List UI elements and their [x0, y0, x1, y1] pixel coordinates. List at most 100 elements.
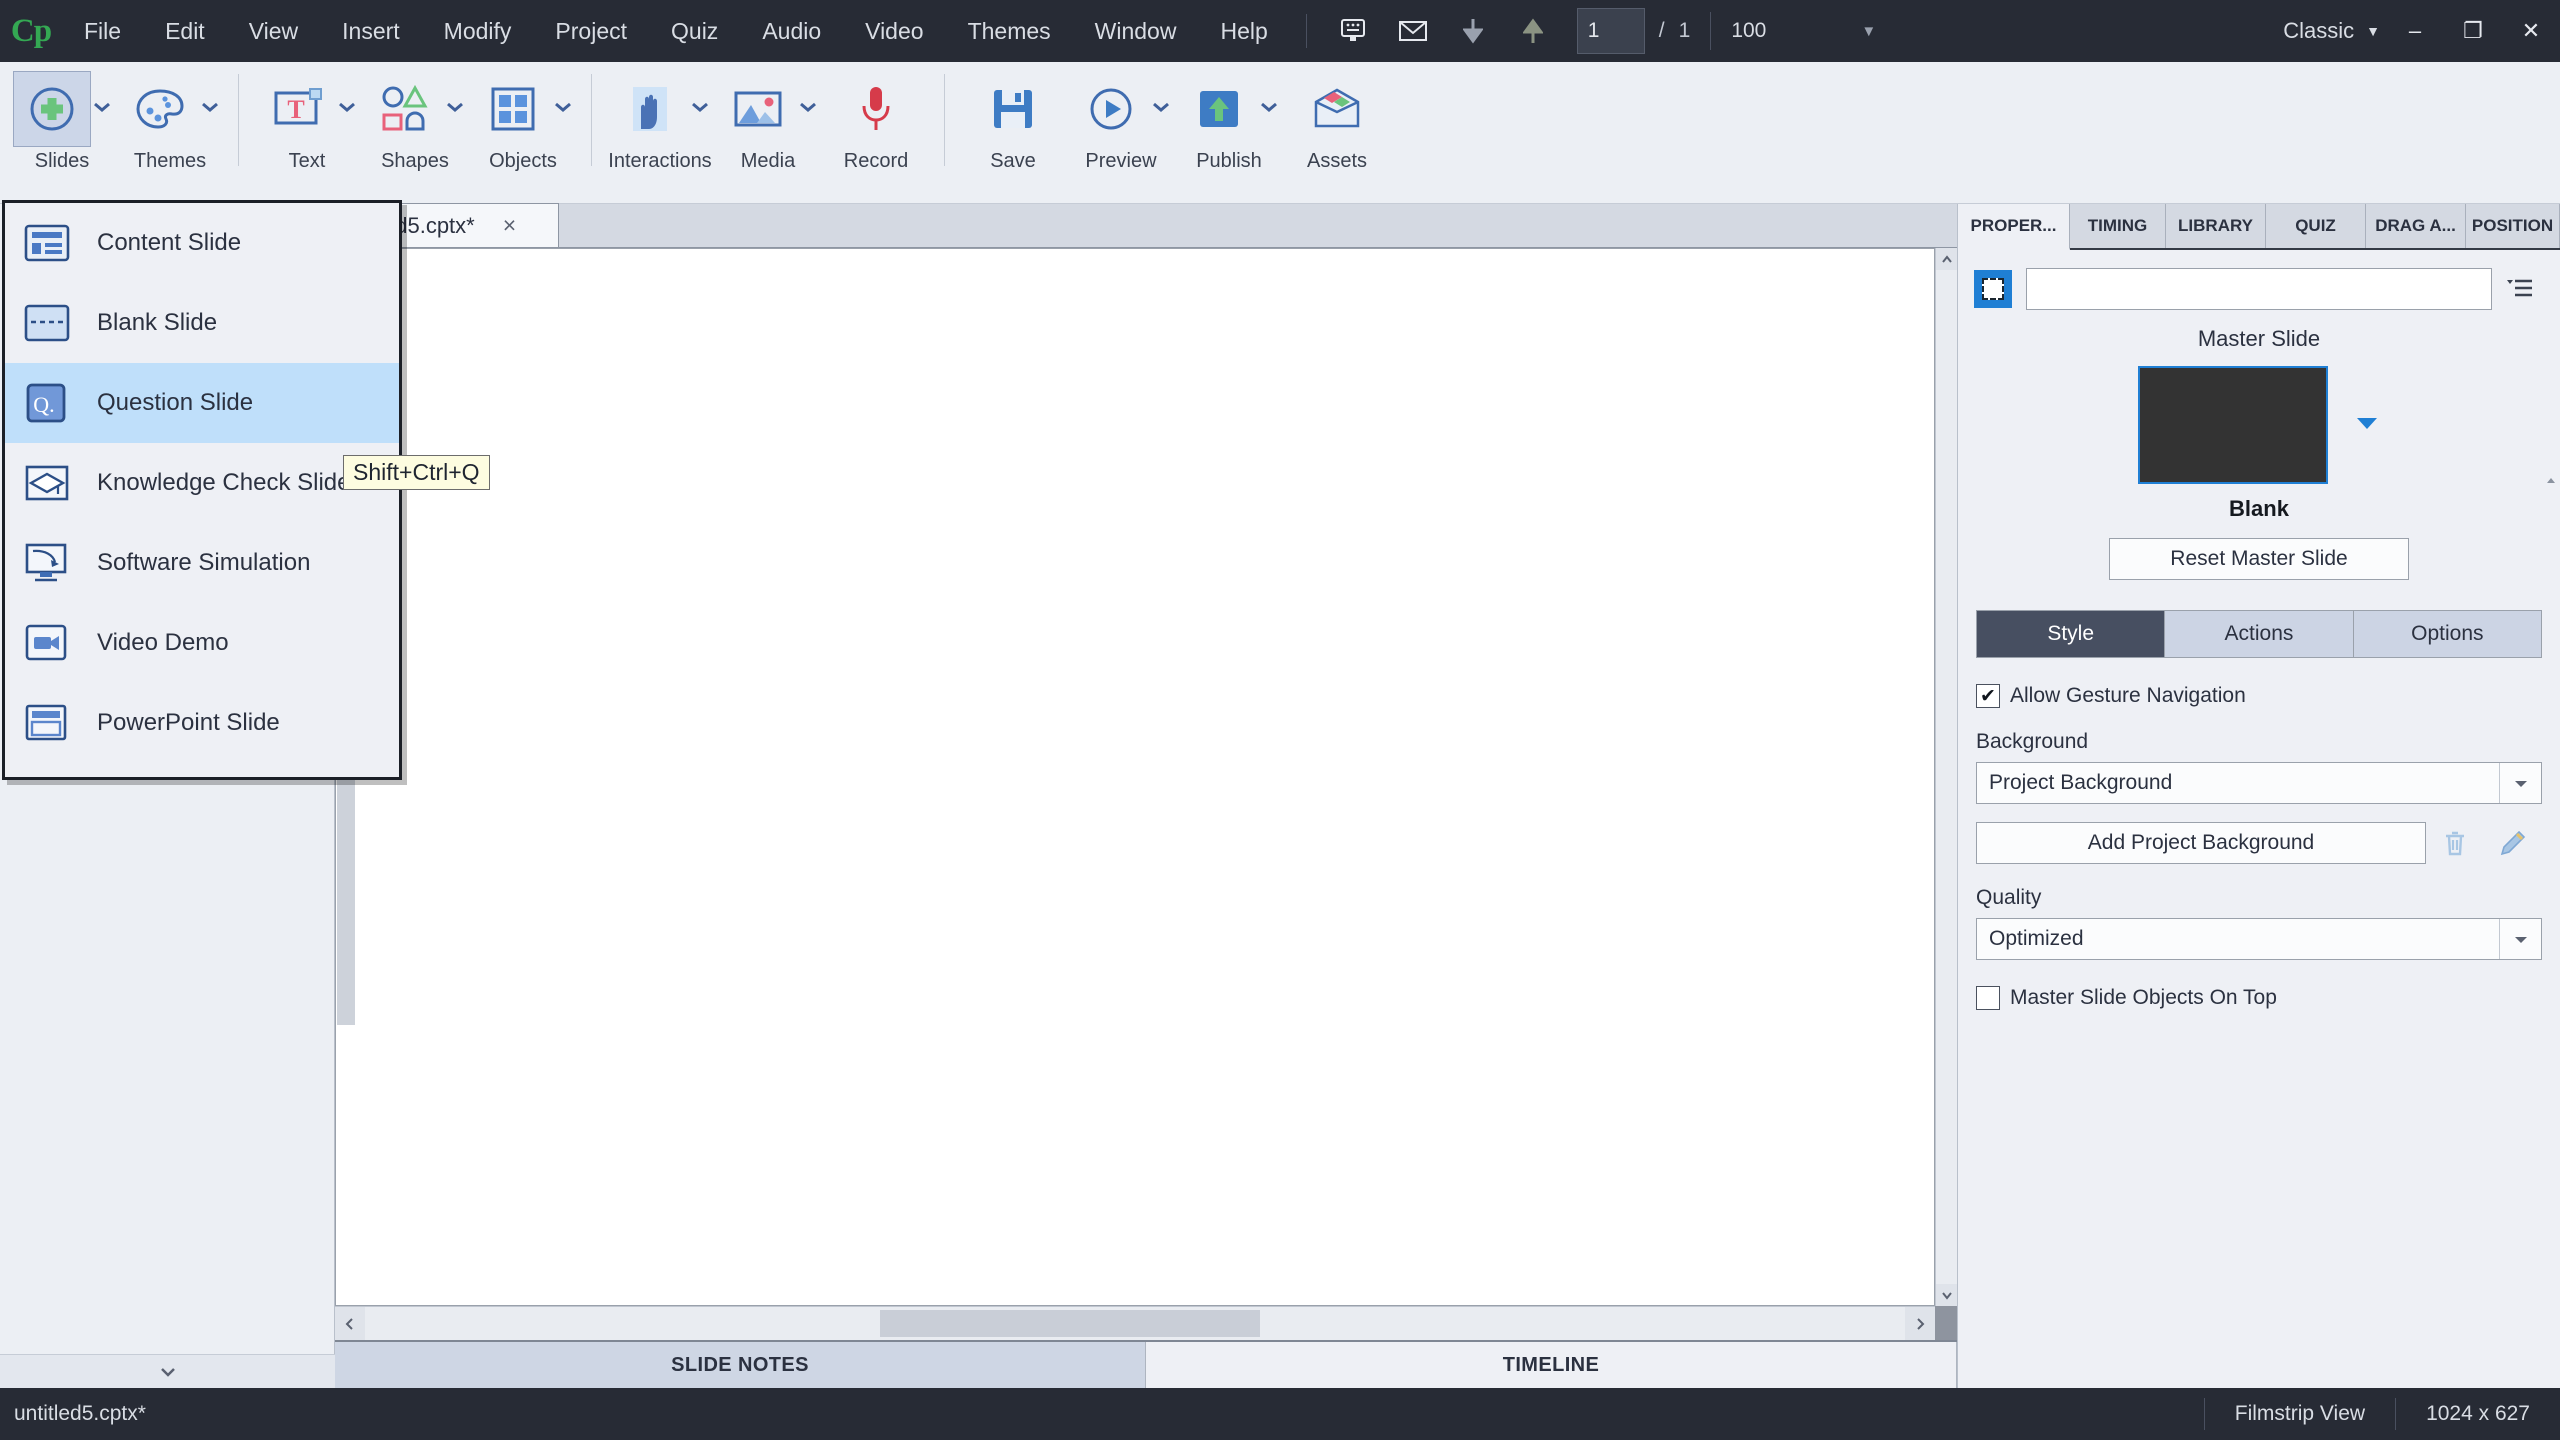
menu-bar: File Edit View Insert Modify Project Qui…	[62, 0, 1290, 62]
menu-item-question-slide[interactable]: Q. Question Slide	[5, 363, 399, 443]
properties-options-menu-icon[interactable]	[2492, 276, 2544, 302]
workspace-selector[interactable]: Classic ▼	[2283, 18, 2386, 44]
master-slide-thumbnail[interactable]	[2138, 366, 2328, 484]
text-chevron-down-icon	[338, 100, 356, 118]
tab-options[interactable]: Options	[2354, 611, 2541, 657]
ribbon-themes-button[interactable]: Themes	[116, 62, 224, 173]
ribbon-interactions-button[interactable]: Interactions	[606, 62, 714, 173]
reset-master-slide-button[interactable]: Reset Master Slide	[2109, 538, 2409, 580]
svg-text:Q.: Q.	[33, 392, 54, 417]
menu-modify[interactable]: Modify	[422, 0, 534, 62]
move-up-icon[interactable]	[1510, 11, 1556, 51]
menu-item-blank-slide[interactable]: Blank Slide	[5, 283, 399, 363]
menu-file[interactable]: File	[62, 0, 143, 62]
ribbon-media-label: Media	[741, 150, 795, 173]
workspace-label: Classic	[2283, 18, 2354, 44]
move-down-icon[interactable]	[1450, 11, 1496, 51]
status-dimensions: 1024 x 627	[2395, 1398, 2560, 1430]
video-demo-icon	[21, 617, 73, 669]
menu-item-content-slide[interactable]: Content Slide	[5, 203, 399, 283]
tab-slide-notes[interactable]: SLIDE NOTES	[335, 1342, 1146, 1388]
tab-position[interactable]: POSITION	[2466, 204, 2560, 248]
ribbon-divider-3	[944, 74, 945, 166]
ribbon-objects-button[interactable]: Objects	[469, 62, 577, 173]
ribbon-shapes-label: Shapes	[381, 150, 449, 173]
canvas-hscroll-thumb[interactable]	[880, 1310, 1260, 1337]
slide-name-input[interactable]	[2026, 268, 2492, 310]
menu-item-content-slide-label: Content Slide	[97, 229, 241, 257]
ribbon-text-button[interactable]: T Text	[253, 62, 361, 173]
filmstrip-scroll-down-icon[interactable]	[0, 1354, 335, 1388]
slide-number-input[interactable]: 1	[1577, 8, 1645, 54]
ribbon-assets-button[interactable]: Assets	[1283, 62, 1391, 173]
scroll-left-icon[interactable]	[335, 1307, 365, 1340]
menu-video[interactable]: Video	[843, 0, 945, 62]
tab-style[interactable]: Style	[1977, 611, 2165, 657]
powerpoint-slide-icon	[21, 697, 73, 749]
ribbon-preview-button[interactable]: Preview	[1067, 62, 1175, 173]
menu-edit[interactable]: Edit	[143, 0, 227, 62]
document-tab-close-icon[interactable]: ×	[503, 212, 516, 239]
tab-actions[interactable]: Actions	[2165, 611, 2353, 657]
menu-item-video-demo-label: Video Demo	[97, 629, 229, 657]
ribbon-save-button[interactable]: Save	[959, 62, 1067, 173]
properties-header-row	[1958, 250, 2560, 310]
menu-item-powerpoint-slide[interactable]: PowerPoint Slide	[5, 683, 399, 763]
status-view-mode[interactable]: Filmstrip View	[2204, 1398, 2395, 1430]
allow-gesture-checkbox[interactable]: ✔	[1976, 684, 2000, 708]
menu-project[interactable]: Project	[533, 0, 649, 62]
keyboard-shortcut-tooltip: Shift+Ctrl+Q	[343, 455, 490, 490]
background-select[interactable]: Project Background	[1976, 762, 2542, 804]
tab-properties[interactable]: PROPER...	[1958, 204, 2070, 250]
zoom-level-value[interactable]: 100	[1731, 19, 1861, 43]
minimize-button[interactable]: –	[2386, 0, 2444, 62]
tab-timeline[interactable]: TIMELINE	[1146, 1342, 1957, 1388]
canvas-horizontal-scrollbar[interactable]	[335, 1306, 1935, 1340]
tab-library[interactable]: LIBRARY	[2166, 204, 2266, 248]
filmstrip-toggle-icon[interactable]	[1330, 11, 1376, 51]
slide-separator: /	[1659, 19, 1665, 43]
allow-gesture-navigation-row[interactable]: ✔ Allow Gesture Navigation	[1976, 684, 2560, 708]
master-slide-chevron-down-icon[interactable]	[2354, 414, 2380, 437]
edit-background-pencil-icon[interactable]	[2484, 829, 2542, 857]
delete-background-trash-icon[interactable]	[2426, 829, 2484, 857]
menu-item-software-simulation[interactable]: Software Simulation	[5, 523, 399, 603]
zoom-chevron-down-icon[interactable]: ▼	[1861, 23, 1876, 40]
quality-select[interactable]: Optimized	[1976, 918, 2542, 960]
ribbon-themes-label: Themes	[134, 150, 206, 173]
tab-timing[interactable]: TIMING	[2070, 204, 2166, 248]
ribbon-shapes-button[interactable]: Shapes	[361, 62, 469, 173]
mail-icon[interactable]	[1390, 11, 1436, 51]
master-objects-on-top-checkbox[interactable]	[1976, 986, 2000, 1010]
menu-item-knowledge-check-slide[interactable]: Knowledge Check Slide	[5, 443, 399, 523]
canvas-vertical-scrollbar[interactable]	[1935, 248, 1957, 1306]
menu-view[interactable]: View	[227, 0, 320, 62]
properties-scrollbar[interactable]	[2544, 476, 2558, 1378]
menu-help[interactable]: Help	[1198, 0, 1289, 62]
scroll-right-icon[interactable]	[1905, 1307, 1935, 1340]
menu-quiz[interactable]: Quiz	[649, 0, 740, 62]
ribbon-publish-button[interactable]: Publish	[1175, 62, 1283, 173]
properties-scroll-up-icon[interactable]	[2544, 476, 2558, 485]
menu-audio[interactable]: Audio	[740, 0, 843, 62]
ribbon-media-button[interactable]: Media	[714, 62, 822, 173]
add-project-background-button[interactable]: Add Project Background	[1976, 822, 2426, 864]
scroll-up-icon[interactable]	[1936, 248, 1957, 270]
master-objects-on-top-row[interactable]: Master Slide Objects On Top	[1976, 986, 2560, 1010]
restore-button[interactable]: ❐	[2444, 0, 2502, 62]
scroll-down-icon[interactable]	[1936, 1284, 1957, 1306]
menu-insert[interactable]: Insert	[320, 0, 422, 62]
slide-canvas[interactable]	[335, 248, 1935, 1306]
close-button[interactable]: ✕	[2502, 0, 2560, 62]
menu-item-video-demo[interactable]: Video Demo	[5, 603, 399, 683]
style-actions-options-tabs: Style Actions Options	[1976, 610, 2542, 658]
menu-window[interactable]: Window	[1073, 0, 1199, 62]
tab-quiz[interactable]: QUIZ	[2266, 204, 2366, 248]
ribbon-record-button[interactable]: Record	[822, 62, 930, 173]
ribbon-slides-button[interactable]: Slides	[8, 62, 116, 173]
tab-drag-and-drop[interactable]: DRAG A...	[2366, 204, 2466, 248]
objects-grid-icon	[474, 71, 552, 147]
slide-total-count: 1	[1679, 19, 1691, 43]
menu-item-software-simulation-label: Software Simulation	[97, 549, 310, 577]
menu-themes[interactable]: Themes	[946, 0, 1073, 62]
